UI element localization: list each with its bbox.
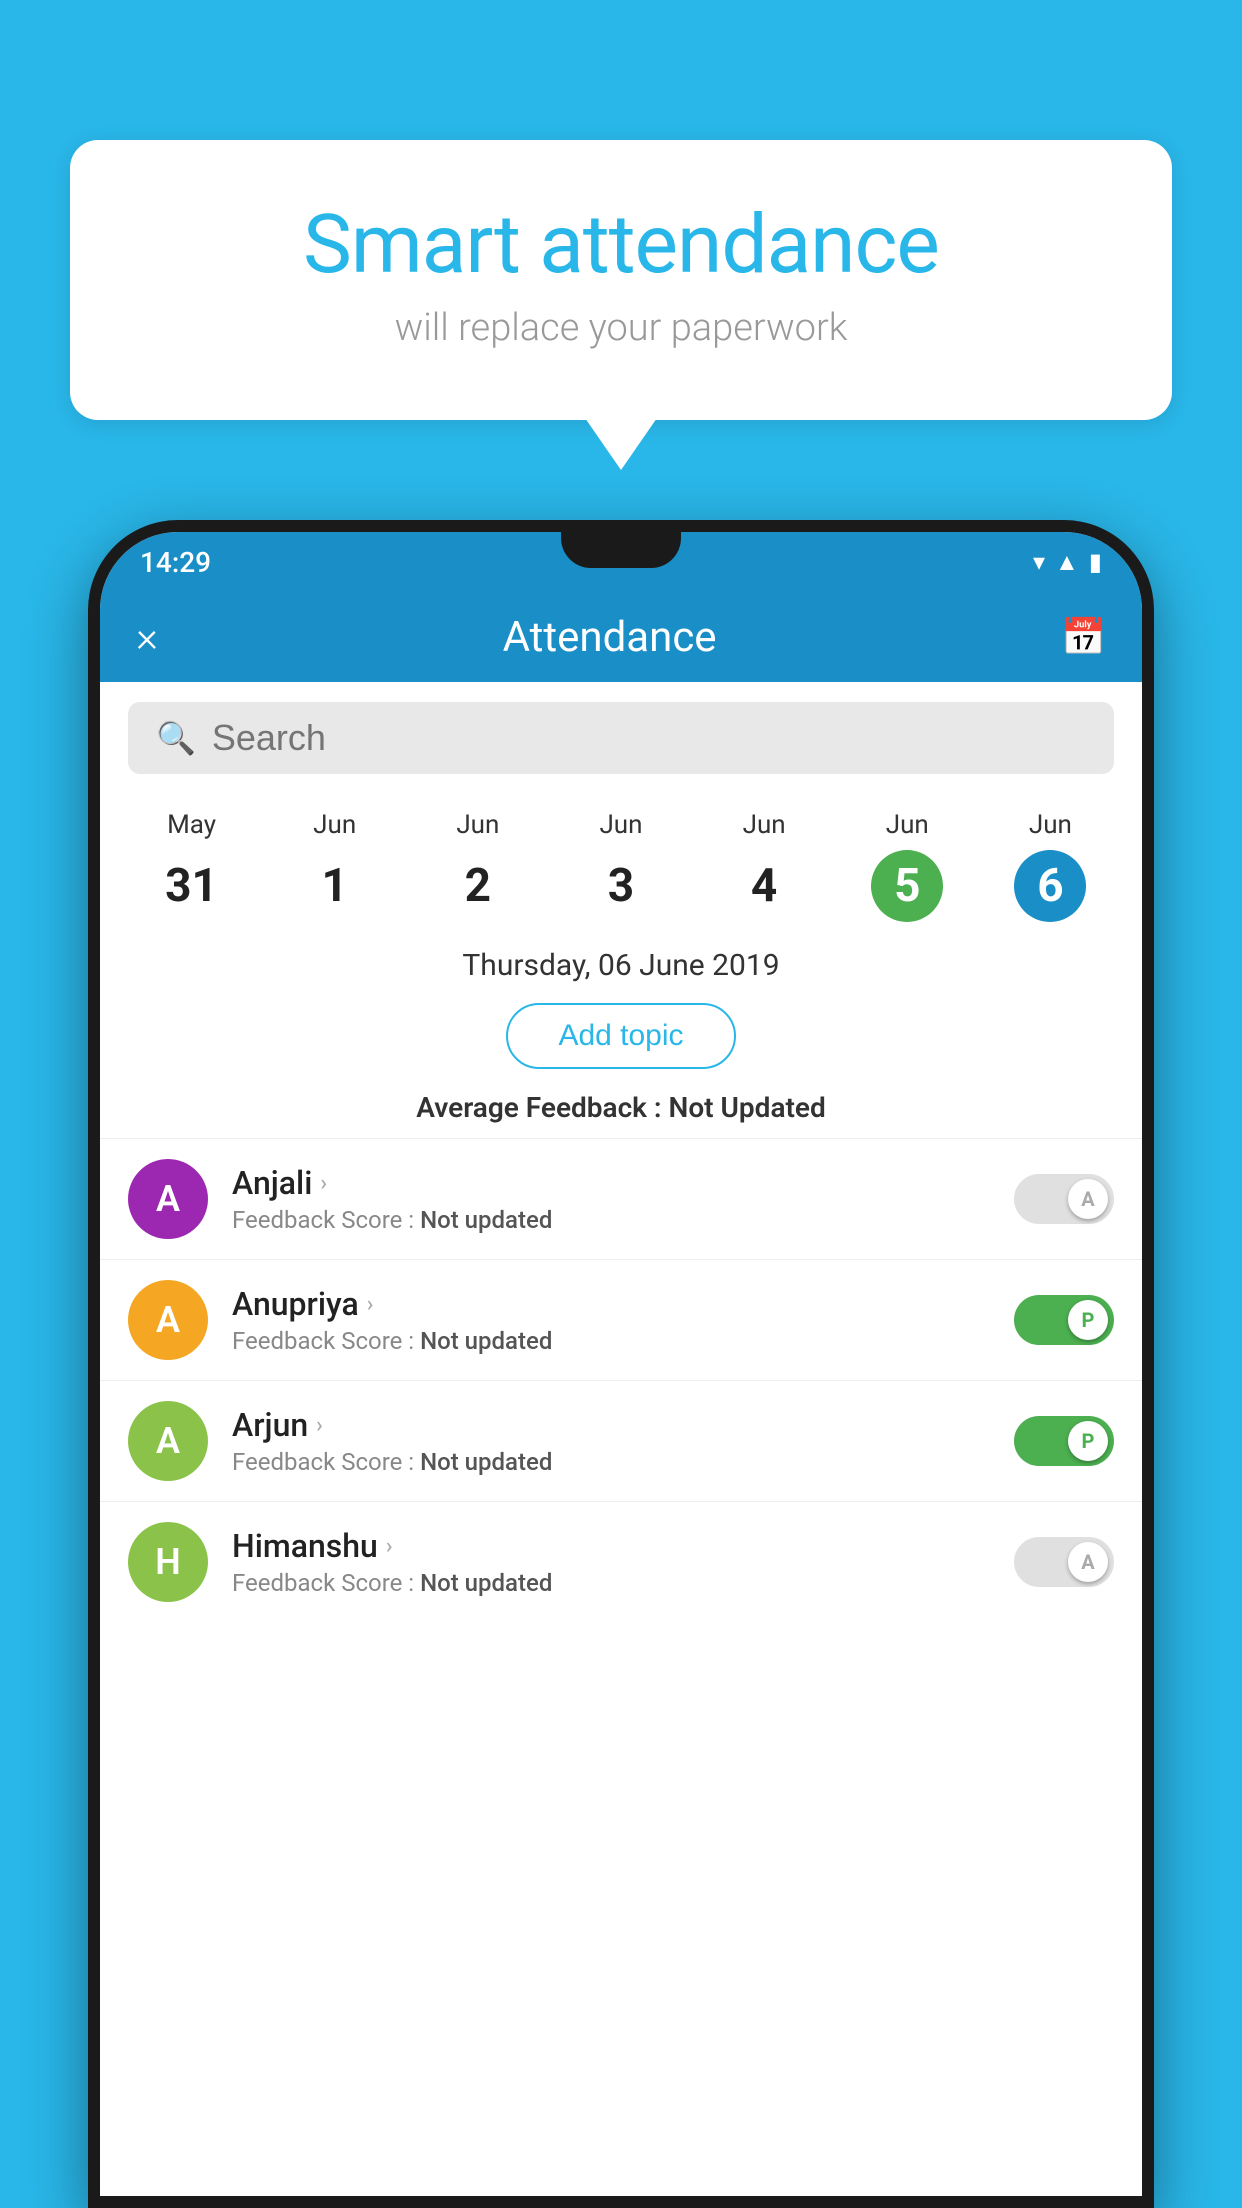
search-icon: 🔍 [156,719,196,757]
cal-date[interactable]: 6 [1014,850,1086,922]
toggle-thumb-1: P [1068,1300,1108,1340]
signal-icon: ▲ [1055,548,1079,577]
average-feedback-label: Average Feedback : [416,1091,668,1124]
cal-month: Jun [886,810,929,840]
student-row-0[interactable]: A Anjali › Feedback Score : Not updated A [100,1138,1142,1259]
attendance-toggle-0[interactable]: A [1014,1174,1114,1224]
battery-icon: ▮ [1089,548,1102,576]
close-button[interactable]: × [136,613,158,662]
feedback-score-2: Feedback Score : Not updated [232,1448,1014,1476]
cal-date[interactable]: 1 [299,850,371,922]
wifi-icon: ▾ [1033,548,1045,576]
cal-date[interactable]: 4 [728,850,800,922]
calendar-day-2[interactable]: Jun 2 [433,810,523,922]
speech-bubble: Smart attendance will replace your paper… [70,140,1172,420]
toggle-thumb-0: A [1068,1179,1108,1219]
student-avatar-1: A [128,1280,208,1360]
average-feedback: Average Feedback : Not Updated [100,1081,1142,1138]
student-name-1: Anupriya › [232,1285,1014,1323]
attendance-toggle-2[interactable]: P [1014,1416,1114,1466]
calendar-strip: May 31 Jun 1 Jun 2 Jun 3 Jun 4 Jun 5 Jun 6 [100,794,1142,930]
calendar-day-4[interactable]: Jun 4 [719,810,809,922]
student-info-1: Anupriya › Feedback Score : Not updated [232,1285,1014,1355]
toggle-track-0: A [1014,1174,1114,1224]
student-row-2[interactable]: A Arjun › Feedback Score : Not updated P [100,1380,1142,1501]
student-list: AAnjali ›Feedback Score : Not updatedAAA… [100,1138,1142,1622]
speech-bubble-container: Smart attendance will replace your paper… [70,140,1172,420]
cal-date[interactable]: 5 [871,850,943,922]
toggle-track-2: P [1014,1416,1114,1466]
chevron-icon: › [386,1534,393,1559]
feedback-score-3: Feedback Score : Not updated [232,1569,1014,1597]
add-topic-button[interactable]: Add topic [506,1003,735,1069]
student-avatar-0: A [128,1159,208,1239]
student-name-2: Arjun › [232,1406,1014,1444]
bubble-title: Smart attendance [150,200,1092,290]
average-feedback-value: Not Updated [669,1091,826,1124]
bubble-subtitle: will replace your paperwork [150,306,1092,350]
cal-date[interactable]: 3 [585,850,657,922]
calendar-day-0[interactable]: May 31 [147,810,237,922]
selected-date-label: Thursday, 06 June 2019 [100,930,1142,991]
calendar-day-6[interactable]: Jun 6 [1005,810,1095,922]
cal-date[interactable]: 31 [156,850,228,922]
toggle-track-3: A [1014,1537,1114,1587]
student-avatar-3: H [128,1522,208,1602]
cal-month: Jun [743,810,786,840]
attendance-toggle-3[interactable]: A [1014,1537,1114,1587]
phone-inner: 14:29 ▾ ▲ ▮ × Attendance 📅 🔍 May31Jun1Ju… [100,532,1142,2196]
app-header: × Attendance 📅 [100,592,1142,682]
search-input[interactable] [212,717,1086,759]
feedback-score-1: Feedback Score : Not updated [232,1327,1014,1355]
phone-notch [561,532,681,568]
toggle-thumb-2: P [1068,1421,1108,1461]
cal-date[interactable]: 2 [442,850,514,922]
calendar-icon[interactable]: 📅 [1061,616,1106,658]
toggle-thumb-3: A [1068,1542,1108,1582]
cal-month: Jun [599,810,642,840]
calendar-day-1[interactable]: Jun 1 [290,810,380,922]
phone-frame: 14:29 ▾ ▲ ▮ × Attendance 📅 🔍 May31Jun1Ju… [88,520,1154,2208]
attendance-toggle-1[interactable]: P [1014,1295,1114,1345]
cal-month: May [167,810,216,840]
toggle-track-1: P [1014,1295,1114,1345]
status-icons: ▾ ▲ ▮ [1033,548,1102,577]
status-time: 14:29 [140,546,211,579]
calendar-day-5[interactable]: Jun 5 [862,810,952,922]
student-row-1[interactable]: A Anupriya › Feedback Score : Not updated P [100,1259,1142,1380]
student-avatar-2: A [128,1401,208,1481]
header-title: Attendance [503,613,717,662]
cal-month: Jun [456,810,499,840]
chevron-icon: › [367,1292,374,1317]
student-name-0: Anjali › [232,1164,1014,1202]
feedback-score-0: Feedback Score : Not updated [232,1206,1014,1234]
student-info-3: Himanshu › Feedback Score : Not updated [232,1527,1014,1597]
student-name-3: Himanshu › [232,1527,1014,1565]
student-info-0: Anjali › Feedback Score : Not updated [232,1164,1014,1234]
chevron-icon: › [320,1171,327,1196]
calendar-day-3[interactable]: Jun 3 [576,810,666,922]
chevron-icon: › [316,1413,323,1438]
search-container: 🔍 [128,702,1114,774]
cal-month: Jun [313,810,356,840]
cal-month: Jun [1029,810,1072,840]
student-row-3[interactable]: H Himanshu › Feedback Score : Not updated A [100,1501,1142,1622]
student-info-2: Arjun › Feedback Score : Not updated [232,1406,1014,1476]
